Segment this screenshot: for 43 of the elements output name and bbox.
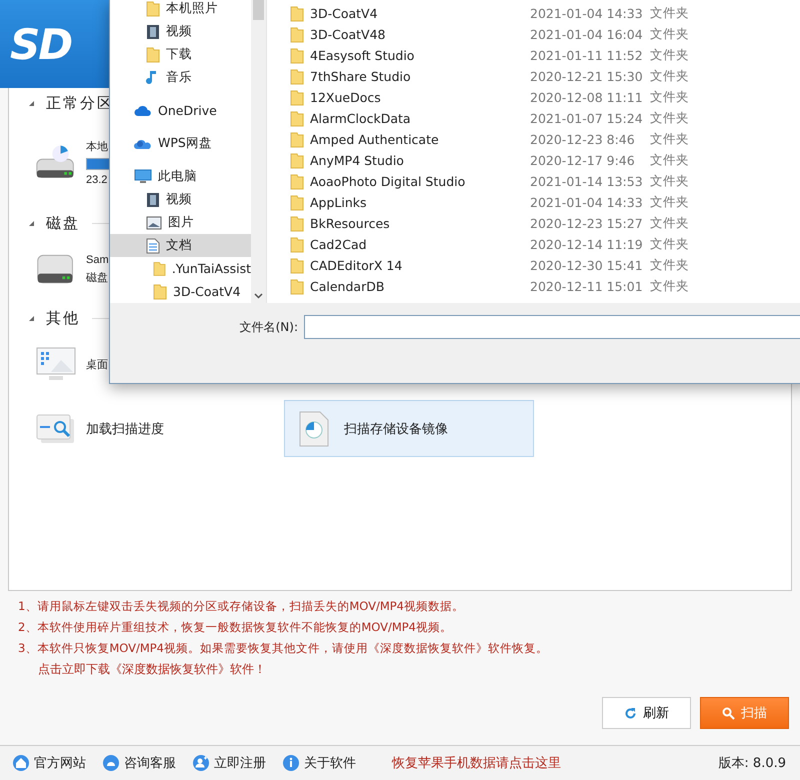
modified-date: 2021-01-04 14:33 bbox=[530, 6, 644, 21]
device-name: 桌面 bbox=[86, 358, 108, 372]
device-detail: 磁盘 bbox=[86, 271, 108, 285]
file-type: 文件夹 bbox=[650, 215, 689, 232]
device-name: Sam bbox=[86, 254, 109, 266]
device-name: 本地 bbox=[86, 140, 108, 154]
file-type: 文件夹 bbox=[650, 173, 689, 190]
file-type: 文件夹 bbox=[650, 257, 689, 274]
device-name: 扫描存储设备镜像 bbox=[344, 420, 448, 438]
modified-date: 2020-12-23 8:46 bbox=[530, 132, 636, 147]
instruction-text: 3、本软件只恢复MOV/MP4视频。如果需要恢复其他文件，请使用《深度数据恢复软件》软件恢复。 bbox=[18, 640, 550, 657]
modified-date: 2021-01-14 13:53 bbox=[530, 174, 644, 189]
file-type: 文件夹 bbox=[650, 152, 689, 169]
file-type: 文件夹 bbox=[650, 68, 689, 85]
version-text: 版本: 8.0.9 bbox=[718, 755, 786, 772]
filename-label: 文件名(N): bbox=[238, 318, 298, 336]
file-type: 文件夹 bbox=[650, 236, 689, 253]
modified-date: 2020-12-17 9:46 bbox=[530, 153, 636, 168]
device-name: 加载扫描进度 bbox=[86, 420, 164, 438]
file-type: 文件夹 bbox=[650, 5, 689, 22]
modified-date: 2020-12-11 15:01 bbox=[530, 279, 644, 294]
instruction-text: 2、本软件使用碎片重组技术，恢复一般数据恢复软件不能恢复的MOV/MP4视频。 bbox=[18, 619, 454, 636]
modified-date: 2020-12-21 15:30 bbox=[530, 69, 644, 84]
modified-date: 2021-01-07 15:24 bbox=[530, 111, 644, 126]
file-type: 文件夹 bbox=[650, 278, 689, 295]
modified-date: 2020-12-08 11:11 bbox=[530, 90, 644, 105]
device-detail: 23.2 bbox=[86, 174, 108, 186]
section-title: 其他 bbox=[46, 308, 80, 328]
file-type: 文件夹 bbox=[650, 47, 689, 64]
section-title: 磁盘 bbox=[46, 214, 80, 232]
modified-date: 2020-12-23 15:27 bbox=[530, 216, 644, 231]
modified-date: 2020-12-30 15:41 bbox=[530, 258, 644, 273]
modified-date: 2021-01-11 11:52 bbox=[530, 48, 644, 63]
modified-date: 2021-01-04 14:33 bbox=[530, 195, 644, 210]
file-type: 文件夹 bbox=[650, 131, 689, 148]
file-type: 文件夹 bbox=[650, 89, 689, 106]
app-logo: SD bbox=[10, 20, 72, 68]
file-type: 文件夹 bbox=[650, 110, 689, 127]
modified-date: 2020-12-14 11:19 bbox=[530, 237, 644, 252]
file-type: 文件夹 bbox=[650, 194, 689, 211]
file-type: 文件夹 bbox=[650, 26, 689, 43]
modified-date: 2021-01-04 16:04 bbox=[530, 27, 644, 42]
instruction-text: 1、请用鼠标左键双击丢失视频的分区或存储设备，扫描丢失的MOV/MP4视频数据。 bbox=[18, 598, 466, 615]
